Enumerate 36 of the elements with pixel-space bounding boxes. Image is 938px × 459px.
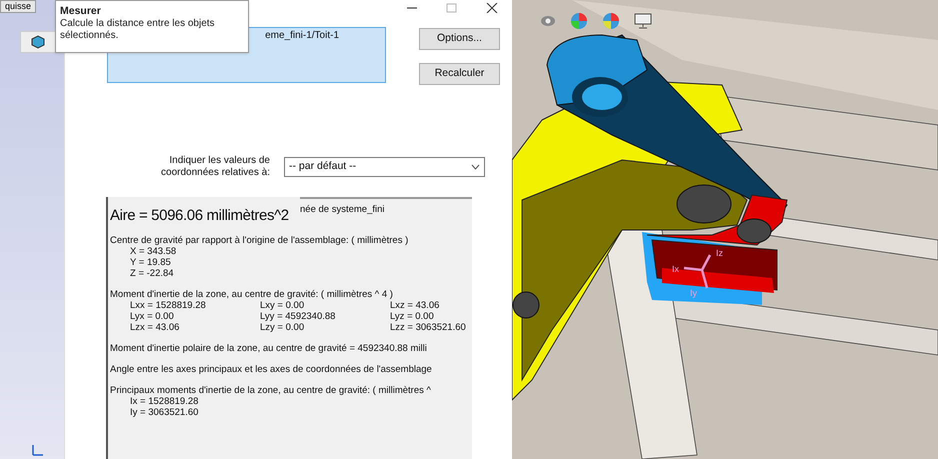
result-value: Ix = 1528819.28 [130, 396, 200, 407]
coordinate-select[interactable]: -- par défaut -- [284, 157, 485, 177]
measure-tool-button[interactable] [20, 31, 56, 53]
result-value: Lyz = 0.00 [390, 311, 434, 322]
result-value: Lyy = 4592340.88 [260, 311, 336, 322]
result-value: Lxx = 1528819.28 [130, 300, 207, 311]
hinge-drawing: Iz Ix Iy [512, 34, 788, 402]
result-value: Lzz = 3063521.60 [390, 322, 466, 333]
coordinate-label: Indiquer les valeurs de coordonnées relatives à: [160, 155, 270, 179]
section-title: Moment d'inertie polaire de la zone, au centre de gravité = 4592340.88 milli [110, 343, 428, 354]
result-value: Iy = 3063521.60 [130, 407, 200, 418]
result-value: Y = 19.85 [130, 257, 172, 268]
sphere-icon[interactable] [602, 12, 620, 30]
result-value: Lxy = 0.00 [260, 300, 306, 311]
area-result: Aire = 5096.06 millimètres^2 [110, 207, 289, 225]
axis-triad-icon [30, 443, 44, 457]
dialog-button[interactable]: Recalculer [419, 63, 500, 85]
selection-item[interactable]: eme_fini-1/Toit-1 [265, 31, 339, 41]
result-value: Lxz = 43.06 [390, 300, 440, 311]
result-value: Lzy = 0.00 [260, 322, 306, 333]
result-value: X = 343.58 [130, 246, 178, 257]
section-title: Centre de gravité par rapport à l'origine de l'assemblage: ( millimètres ) [110, 235, 410, 246]
result-value: Z = -22.84 [130, 268, 175, 279]
chevron-down-icon [471, 164, 480, 170]
feature-tree-tab[interactable]: quisse [0, 0, 36, 13]
section-title: Principaux moments d'inertie de la zone, au centre de gravité: ( millimètres ^ [110, 385, 432, 396]
result-value: Lyx = 0.00 [130, 311, 175, 322]
eye-icon[interactable] [540, 15, 556, 27]
section-title: Angle entre les axes principaux et les axes de coordonnées de l'assemblage [110, 364, 433, 375]
dialog-button[interactable]: Options... [419, 28, 500, 50]
close-icon[interactable] [486, 3, 498, 13]
result-value: Lzx = 43.06 [130, 322, 180, 333]
results-header: née de systeme_fini [300, 204, 384, 215]
monitor-icon[interactable] [634, 13, 652, 29]
section-title: Moment d'inertie de la zone, au centre de gravité: ( millimètres ^ 4 ) [110, 289, 394, 300]
tooltip-title: Mesurer [60, 5, 102, 18]
